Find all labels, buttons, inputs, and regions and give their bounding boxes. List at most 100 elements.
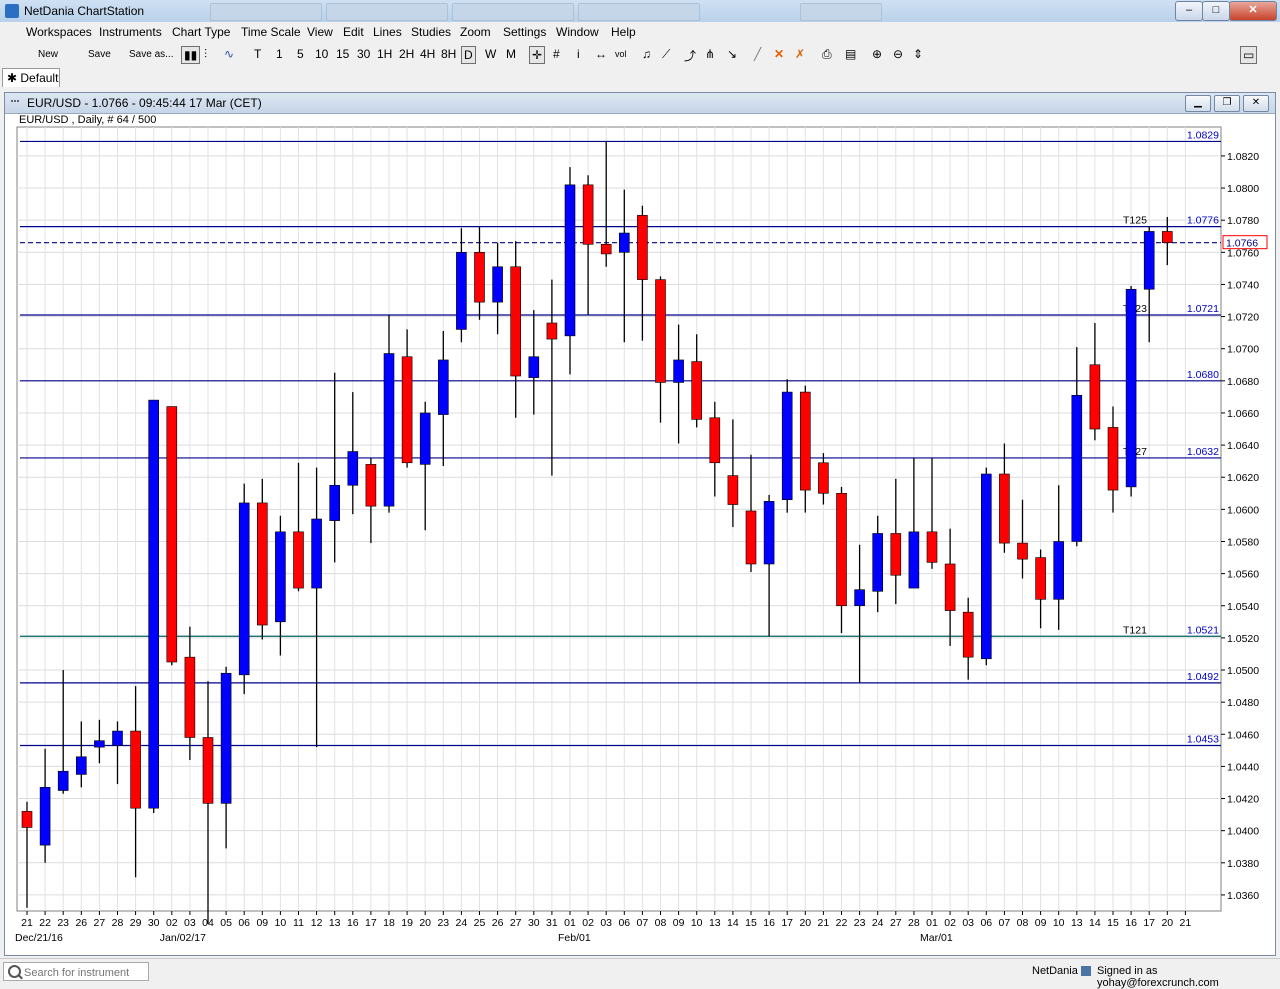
print-icon[interactable]: ⎙ (822, 47, 832, 62)
x-tick-label: 09 (1035, 917, 1047, 929)
bar-chart-icon[interactable]: ▮▮ (181, 46, 201, 64)
save-as-button[interactable]: Save as... (129, 49, 173, 60)
fit-icon[interactable]: ⇕ (913, 47, 923, 61)
x-tick-label: 26 (75, 917, 87, 929)
timescale-8h[interactable]: 8H (441, 47, 456, 61)
horizontal-line-tag: T125 (1123, 215, 1147, 227)
trend-tool-icon[interactable]: ⤴ (684, 47, 696, 64)
fork-tool-icon[interactable]: ⋔ (705, 47, 715, 61)
timescale-t[interactable]: T (254, 47, 261, 61)
line-chart-icon[interactable]: ∿ (224, 47, 234, 61)
menu-time-scale[interactable]: Time Scale (241, 25, 301, 39)
timescale-10[interactable]: 10 (315, 47, 328, 61)
x-tick-label: 10 (691, 917, 703, 929)
y-tick-label: 1.0820 (1227, 151, 1259, 163)
bell-icon[interactable]: ♫ (642, 47, 651, 61)
menu-help[interactable]: Help (611, 25, 636, 39)
scroll-icon[interactable]: ↔ (595, 47, 607, 61)
timescale-30[interactable]: 30 (357, 47, 370, 61)
y-tick-label: 1.0460 (1227, 729, 1259, 741)
horizontal-line-label: 1.0680 (1187, 369, 1219, 381)
info-icon[interactable]: i (577, 47, 580, 61)
x-tick-label: 06 (238, 917, 250, 929)
horizontal-line-tag: T121 (1123, 624, 1147, 636)
x-tick-label: 02 (582, 917, 594, 929)
title-bar: NetDania ChartStation – □ ✕ (0, 0, 1280, 23)
volume-icon[interactable]: vol (615, 49, 627, 59)
print-preview-icon[interactable]: ▤ (845, 47, 856, 61)
candle-body (311, 518, 322, 589)
candle-body (1089, 364, 1101, 430)
candle-body (220, 672, 232, 804)
y-tick-label: 1.0800 (1227, 183, 1259, 195)
candle-body (238, 502, 250, 676)
delete-icon[interactable]: ✕ (774, 47, 784, 61)
candle-body (799, 391, 811, 491)
menu-instruments[interactable]: Instruments (99, 25, 162, 39)
new-button[interactable]: New (38, 49, 58, 60)
menu-view[interactable]: View (307, 25, 333, 39)
timescale-2h[interactable]: 2H (399, 47, 414, 61)
candle-body (76, 756, 87, 775)
menu-settings[interactable]: Settings (503, 25, 546, 39)
close-button[interactable]: ✕ (1229, 1, 1277, 21)
candle-body (456, 252, 467, 330)
x-tick-label: 14 (727, 917, 739, 929)
instrument-search[interactable] (3, 962, 149, 981)
x-tick-label: 01 (926, 917, 938, 929)
timescale-1h[interactable]: 1H (377, 47, 392, 61)
crosshair-icon[interactable]: ✛ (529, 46, 546, 64)
timescale-d-selected[interactable]: D (461, 46, 476, 64)
x-tick-label: 19 (401, 917, 413, 929)
menu-window[interactable]: Window (556, 25, 599, 39)
candle-body (275, 531, 286, 623)
tab-default[interactable]: ✱ Default (2, 68, 60, 87)
x-tick-label: 20 (1161, 917, 1173, 929)
x-tick-label: 17 (365, 917, 377, 929)
y-tick-label: 1.0580 (1227, 536, 1259, 548)
x-tick-label: 08 (1017, 917, 1029, 929)
x-tick-label: 11 (293, 917, 304, 929)
timescale-15[interactable]: 15 (336, 47, 349, 61)
maximize-button[interactable]: □ (1202, 1, 1230, 21)
x-tick-label: 27 (510, 917, 522, 929)
menu-studies[interactable]: Studies (411, 25, 451, 39)
line-tool-icon[interactable]: ⟋ (662, 47, 670, 62)
timescale-m[interactable]: M (506, 47, 516, 61)
timescale-1[interactable]: 1 (276, 47, 283, 61)
menu-lines[interactable]: Lines (373, 25, 402, 39)
timescale-5[interactable]: 5 (297, 47, 304, 61)
menu-zoom[interactable]: Zoom (460, 25, 491, 39)
x-tick-label: 26 (492, 917, 504, 929)
candle-body (564, 184, 576, 337)
cursor-tool-icon[interactable]: ↘ (727, 47, 737, 61)
menu-workspaces[interactable]: Workspaces (26, 25, 92, 39)
timescale-w[interactable]: W (485, 47, 496, 61)
candle-body (709, 417, 721, 464)
x-tick-label: 14 (1089, 917, 1101, 929)
delete-all-icon[interactable]: ✗ (795, 47, 805, 61)
menu-chart-type[interactable]: Chart Type (172, 25, 230, 39)
grid-icon[interactable]: # (553, 47, 560, 61)
pin-icon: ✱ (7, 71, 21, 85)
x-tick-label: 07 (999, 917, 1011, 929)
candle-body (999, 473, 1010, 544)
timescale-4h[interactable]: 4H (420, 47, 435, 61)
price-chart[interactable]: EUR/USD , Daily, # 64 / 500 1.0360 1.0380 1… (5, 93, 1275, 955)
candle-body (546, 322, 558, 340)
search-input[interactable] (22, 964, 146, 981)
x-tick-label: 16 (347, 917, 359, 929)
save-button[interactable]: Save (88, 49, 111, 60)
x-period-label: Mar/01 (920, 932, 953, 944)
candle-body (257, 502, 268, 626)
menu-edit[interactable]: Edit (343, 25, 364, 39)
zoom-in-icon[interactable]: ⊕ (872, 47, 882, 61)
y-tick-label: 1.0480 (1227, 697, 1259, 709)
y-tick-label: 1.0600 (1227, 504, 1259, 516)
candle-body (1107, 427, 1119, 491)
minimize-button[interactable]: – (1175, 1, 1203, 21)
candle-chart-icon[interactable]: ⫶ (204, 47, 207, 62)
panel-toggle-icon[interactable]: ▭ (1240, 46, 1258, 64)
draw-icon[interactable]: ╱ (754, 47, 761, 61)
zoom-out-icon[interactable]: ⊖ (893, 47, 903, 61)
